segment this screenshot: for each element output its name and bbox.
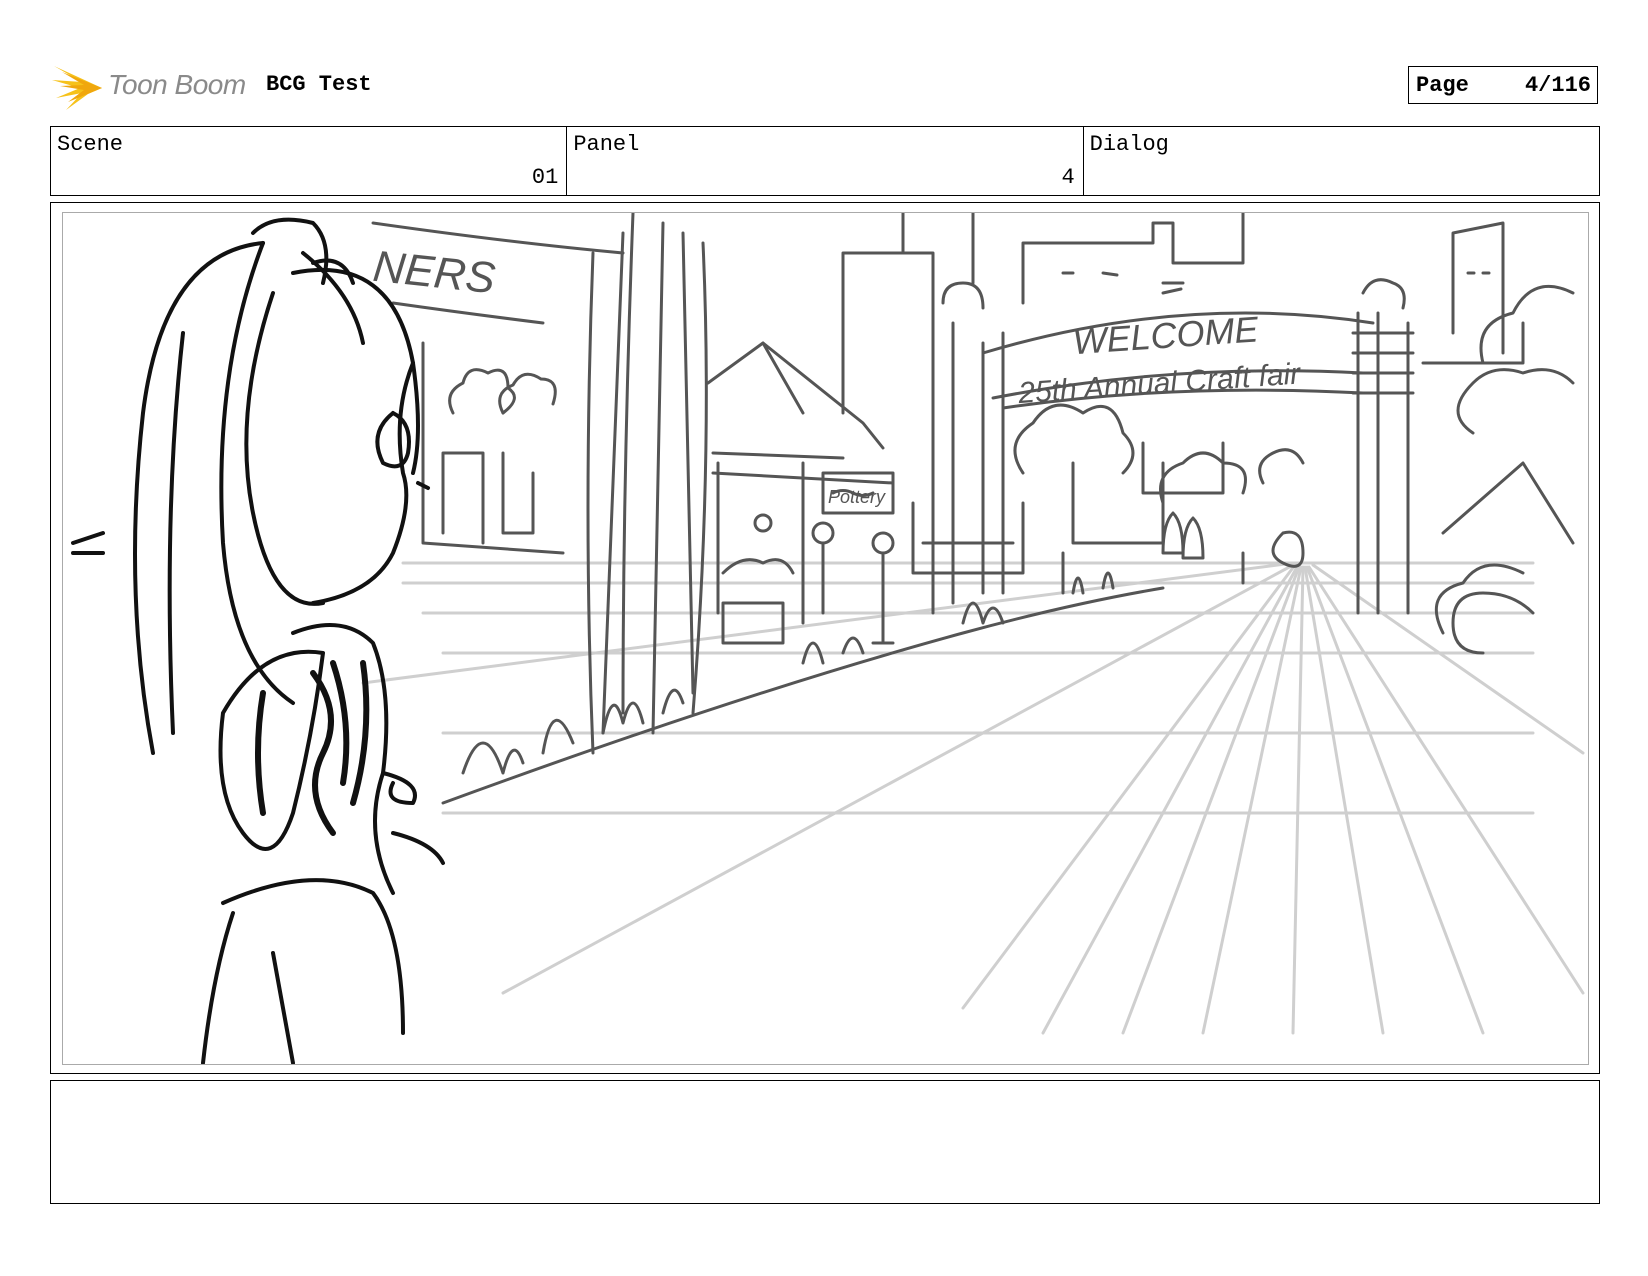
toon-boom-logo: Toon Boom <box>52 58 262 110</box>
shop-sign-text: NERS <box>371 242 498 304</box>
scene-label: Scene <box>57 132 124 157</box>
panel-cell: Panel 4 <box>567 127 1084 195</box>
scene-cell: Scene 01 <box>51 127 568 195</box>
gate-banner-welcome: WELCOME <box>1071 308 1260 362</box>
brand-name: Toon Boom <box>108 69 246 100</box>
dialog-cell: Dialog <box>1084 127 1599 195</box>
panel-notes-box[interactable] <box>50 1080 1600 1204</box>
project-title: BCG Test <box>266 72 372 97</box>
starburst-icon <box>52 66 102 110</box>
storyboard-panel: WELCOME 25th Annual Craft fair NERS Pott… <box>50 202 1600 1074</box>
page-indicator: Page 4/116 <box>1408 66 1598 104</box>
page-number: 4/116 <box>1524 73 1591 98</box>
panel-drawing-area: WELCOME 25th Annual Craft fair NERS Pott… <box>62 212 1589 1065</box>
foreground-character <box>71 217 445 1064</box>
page-label: Page <box>1416 73 1469 98</box>
stall-sign-text: Pottery <box>828 487 886 507</box>
panel-value: 4 <box>1061 165 1075 190</box>
perspective-grid <box>361 561 1585 1035</box>
background-scene <box>371 213 1575 805</box>
scene-value: 01 <box>531 165 559 190</box>
panel-info-row: Scene 01 Panel 4 Dialog <box>50 126 1600 196</box>
storyboard-sketch: WELCOME 25th Annual Craft fair NERS Pott… <box>71 213 1585 1064</box>
dialog-label: Dialog <box>1089 132 1169 157</box>
gate-banner-craft-fair: 25th Annual Craft fair <box>1016 357 1302 410</box>
panel-label: Panel <box>573 132 640 157</box>
